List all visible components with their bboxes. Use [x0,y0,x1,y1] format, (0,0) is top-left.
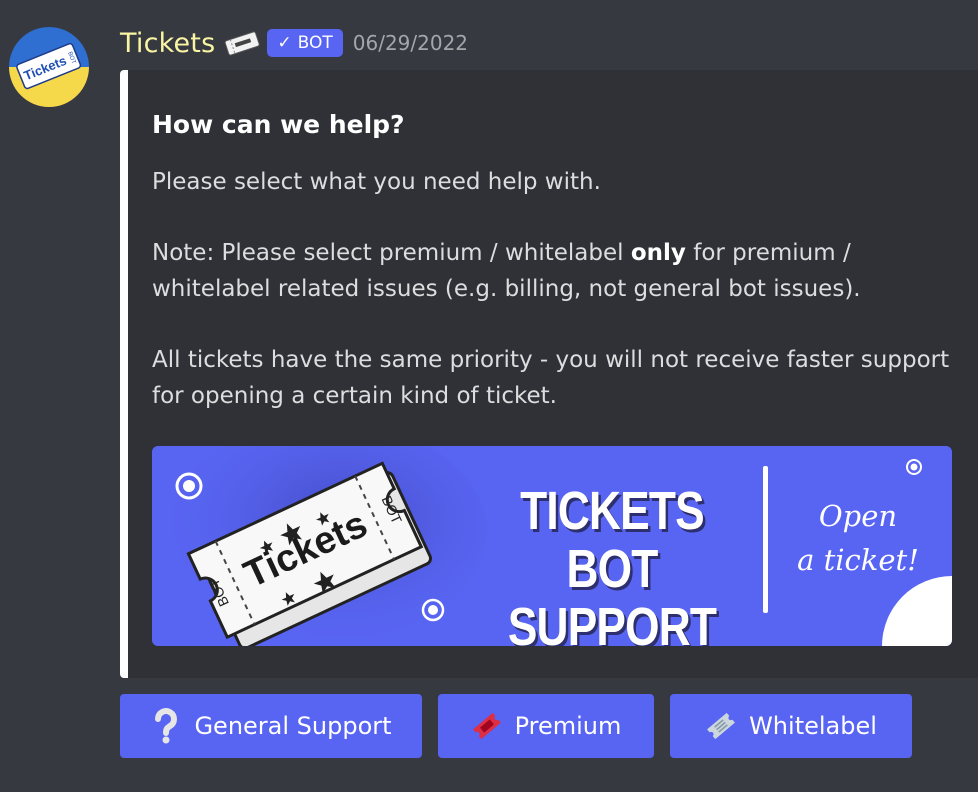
gray-ticket-icon [705,708,737,744]
message-header: Tickets ✓ BOT 06/29/2022 [120,26,468,60]
banner-title-line1: TICKETS BOT [520,481,705,599]
note-bold: only [630,240,686,266]
ticket-emoji-icon [223,28,261,58]
premium-button[interactable]: Premium [438,694,654,758]
embed-line-select: Please select what you need help with. [152,169,601,195]
action-row: General Support Premium Whitelabel [120,694,912,758]
embed-note-line1: Note: Please select premium / whitelabel… [152,235,972,271]
banner-cta: Open a ticket! [778,494,938,582]
message-timestamp[interactable]: 06/29/2022 [353,31,468,55]
general-support-button[interactable]: General Support [120,694,422,758]
bot-avatar[interactable]: Tickets BOT [9,27,89,107]
bot-tag-label: BOT [297,33,333,53]
note-suffix: for premium / [685,240,851,266]
embed: How can we help? Please select what you … [120,70,978,678]
banner-title-line2: SUPPORT [507,597,717,646]
embed-priority-line2: for opening a certain kind of ticket. [152,383,557,409]
verified-check-icon: ✓ [277,33,292,53]
bot-tag: ✓ BOT [267,29,343,57]
red-ticket-icon [471,708,503,744]
premium-label: Premium [514,712,622,740]
embed-note-line2: whitelabel related issues (e.g. billing,… [152,276,861,302]
username[interactable]: Tickets [120,28,215,59]
banner-title: TICKETS BOT SUPPORT [505,482,718,646]
whitelabel-button[interactable]: Whitelabel [670,694,912,758]
general-support-label: General Support [194,712,392,740]
banner-divider [763,466,768,613]
question-mark-icon [150,708,182,744]
embed-priority-line1: All tickets have the same priority - you… [152,347,950,373]
banner-cta-line2: a ticket! [797,543,919,577]
banner-cta-line1: Open [818,499,898,533]
embed-image-banner[interactable]: Tickets BOT BOT TICKETS BOT SUPPORT Open… [152,446,952,646]
embed-title: How can we help? [152,110,405,139]
whitelabel-label: Whitelabel [749,712,877,740]
note-prefix: Note: Please select premium / whitelabel [152,240,631,266]
